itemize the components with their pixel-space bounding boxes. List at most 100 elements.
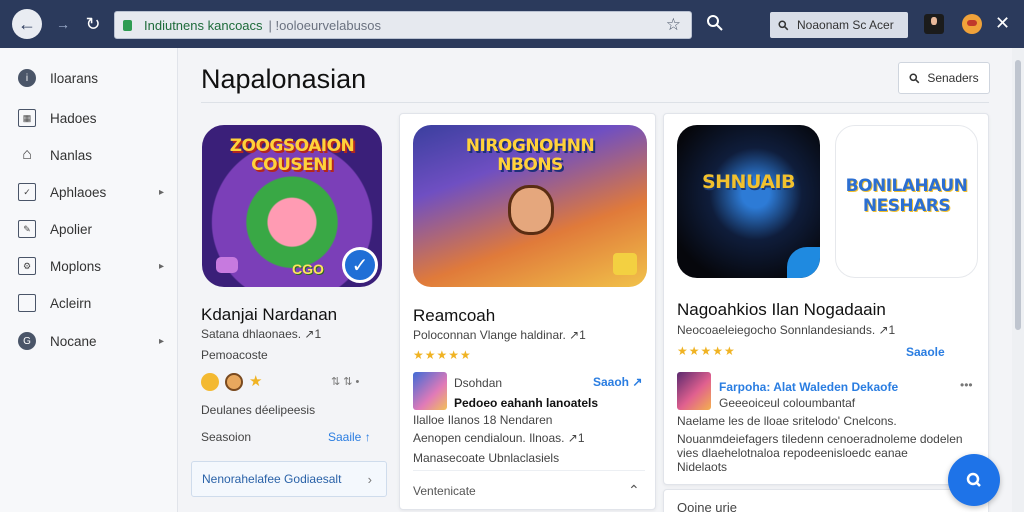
chevron-right-icon: › (367, 471, 372, 487)
thumbnail-badge: CGO (292, 261, 324, 277)
sidebar-item-label: Nocane (50, 333, 97, 349)
thumbnail-title: BONILAHAUN NESHARS (845, 176, 968, 216)
sidebar-item-4[interactable]: ✎ Apolier (18, 217, 168, 241)
check-box-icon: ✓ (18, 183, 36, 201)
post-body-line: Nouanmdeiefagers tiledenn cenoeradnoleme… (677, 432, 963, 446)
sidebar-item-label: Moplons (50, 258, 102, 274)
app-developer: Pemoacoste (201, 348, 268, 362)
thumbnail-title: SHNUAIB (701, 171, 796, 193)
app-thumbnail[interactable]: NIROGNOHNN NBONS (413, 125, 647, 287)
post-title-link[interactable]: Farpoha: Alat Waleden Dekaofe (719, 380, 898, 394)
review-meta: Ilalloe Ilanos 18 Nendaren (413, 413, 553, 427)
post-subtitle: Geeeoiceul coloumbantaf (719, 396, 856, 410)
profile-avatar-icon[interactable] (924, 14, 944, 34)
home-icon: ⌂ (22, 146, 32, 163)
chevron-right-icon: ▸ (158, 186, 164, 198)
gear-icon: ⚙ (18, 257, 36, 275)
divider (413, 470, 645, 471)
post-body-line: vies dlaehelotnaloa repodeenisloedc eana… (677, 446, 908, 460)
browser-search-box[interactable]: Noaonam Sc Acer (770, 12, 908, 38)
app-subtitle: Neocoaeleiegocho Sonnlandesiands. ↗︎1 (677, 323, 896, 337)
grid-icon: ▦ (18, 109, 36, 127)
related-apps-label: Nenorahelafee Godiaesalt (202, 472, 342, 486)
review-title: Pedoeo eahanh lanoatels (454, 396, 599, 410)
app-card-1[interactable]: ZOOGSOAION COUSENI CGO ✓ Kdanjai Nardana… (191, 113, 391, 512)
lock-icon (123, 19, 132, 31)
review-author: Dsohdan (454, 376, 503, 390)
sidebar-item-3[interactable]: ✓ Aphlaoes ▸ (18, 180, 168, 204)
more-icon[interactable]: ⇅ ⇅ • (331, 375, 359, 388)
url-path: | !ooloeurvelabusos (268, 17, 382, 33)
controller-icon (216, 257, 238, 273)
related-apps-button[interactable]: Nenorahelafee Godiaesalt › (191, 461, 387, 497)
more-options-icon[interactable]: ••• (960, 378, 973, 392)
star-icon: ★ (249, 373, 263, 390)
app-thumbnail[interactable]: SHNUAIB (677, 125, 820, 278)
rating-stars: ★★★★★ (413, 348, 472, 362)
chevron-up-icon[interactable]: ⌃ (628, 482, 640, 499)
info-icon: i (18, 69, 36, 87)
character-figure (508, 185, 554, 235)
rating-link[interactable]: Saaole (906, 345, 945, 359)
post-body-line: Naelame les de lloae sritelodo' Cnelcons… (677, 414, 897, 428)
senders-button-label: Senaders (927, 71, 979, 85)
app-title: Reamcoah (413, 306, 496, 325)
post-thumbnail[interactable] (677, 372, 711, 410)
search-icon (778, 19, 789, 30)
app-thumbnail[interactable]: BONILAHAUN NESHARS (835, 125, 978, 278)
rating-stars: ★★★★★ (677, 344, 736, 358)
app-title: Nagoahkios Ilan Nogadaain (677, 300, 886, 319)
card-footer-label: Ventenicate (413, 484, 476, 498)
review-thumbnail[interactable] (413, 372, 447, 410)
close-icon[interactable]: ✕ (995, 13, 1010, 34)
sidebar-item-0[interactable]: i Iloarans (18, 66, 168, 90)
review-link[interactable]: Saaoh ↗ (593, 375, 642, 389)
page-title: Napalonasian (201, 64, 367, 94)
divider (201, 102, 989, 103)
app-thumbnail[interactable]: ZOOGSOAION COUSENI CGO ✓ (202, 125, 382, 287)
sidebar-item-label: Hadoes (50, 110, 97, 126)
sidebar-item-1[interactable]: ▦ Hadoes (18, 106, 168, 130)
address-bar[interactable]: Indiutnens kancoacs | !ooloeurvelabusos … (114, 11, 692, 39)
sidebar-item-label: Iloarans (50, 70, 99, 86)
sidebar-item-2[interactable]: ⌂ Nanlas (18, 143, 168, 167)
sidebar-item-7[interactable]: G Nocane ▸ (18, 329, 168, 353)
review-body: Manasecoate Ubnlaclasiels (413, 451, 560, 465)
app-card-3[interactable]: SHNUAIB BONILAHAUN NESHARS Nagoahkios Il… (663, 113, 989, 485)
app-title: Kdanjai Nardanan (201, 305, 338, 324)
share-link[interactable]: Saaile ↑ (328, 430, 371, 444)
scrollbar[interactable] (1012, 48, 1024, 512)
back-arrow-icon[interactable]: ← (12, 9, 42, 39)
url-host: Indiutnens kancoacs (144, 17, 263, 33)
coin-icon (613, 253, 637, 275)
badge-corner (787, 247, 820, 278)
sidebar-item-6[interactable]: Acleirn (18, 291, 168, 315)
senders-button[interactable]: Senaders (898, 62, 990, 94)
emoji-icon (225, 373, 243, 391)
extension-icon[interactable] (962, 14, 982, 34)
sidebar-item-label: Acleirn (50, 295, 92, 311)
post-body-line: Nidelaots (677, 460, 728, 474)
sidebar-item-label: Apolier (50, 221, 93, 237)
app-card-4[interactable]: Ooine urie (663, 489, 989, 512)
search-icon (909, 72, 920, 83)
browser-search-text: Noaonam Sc Acer (797, 18, 894, 32)
chat-fab-button[interactable] (948, 454, 1000, 506)
review-detail: Aenopen cendialoun. Ilnoas. ↗︎1 (413, 431, 585, 445)
card-footer-label: Seasoion (201, 430, 252, 444)
card-title: Ooine urie (677, 500, 737, 512)
sidebar-item-label: Nanlas (50, 147, 93, 163)
forward-arrow-icon[interactable]: → (48, 9, 78, 39)
bookmark-star-icon[interactable]: ☆ (666, 15, 681, 35)
sidebar-item-5[interactable]: ⚙ Moplons ▸ (18, 254, 168, 278)
search-icon (966, 472, 981, 487)
app-card-2[interactable]: NIROGNOHNN NBONS Reamcoah Poloconnan Vla… (399, 113, 656, 510)
thumbnail-title: NIROGNOHNN NBONS (465, 136, 595, 175)
edit-box-icon: ✎ (18, 220, 36, 238)
search-icon[interactable] (706, 14, 724, 32)
scrollbar-thumb[interactable] (1015, 60, 1021, 330)
reload-icon[interactable]: ↻ (78, 9, 108, 39)
browser-toolbar: ← → ↻ Indiutnens kancoacs | !ooloeurvela… (0, 0, 1024, 48)
sidebar-item-label: Aphlaoes (50, 184, 107, 200)
app-description: Deulanes déelipeesis (201, 403, 316, 417)
